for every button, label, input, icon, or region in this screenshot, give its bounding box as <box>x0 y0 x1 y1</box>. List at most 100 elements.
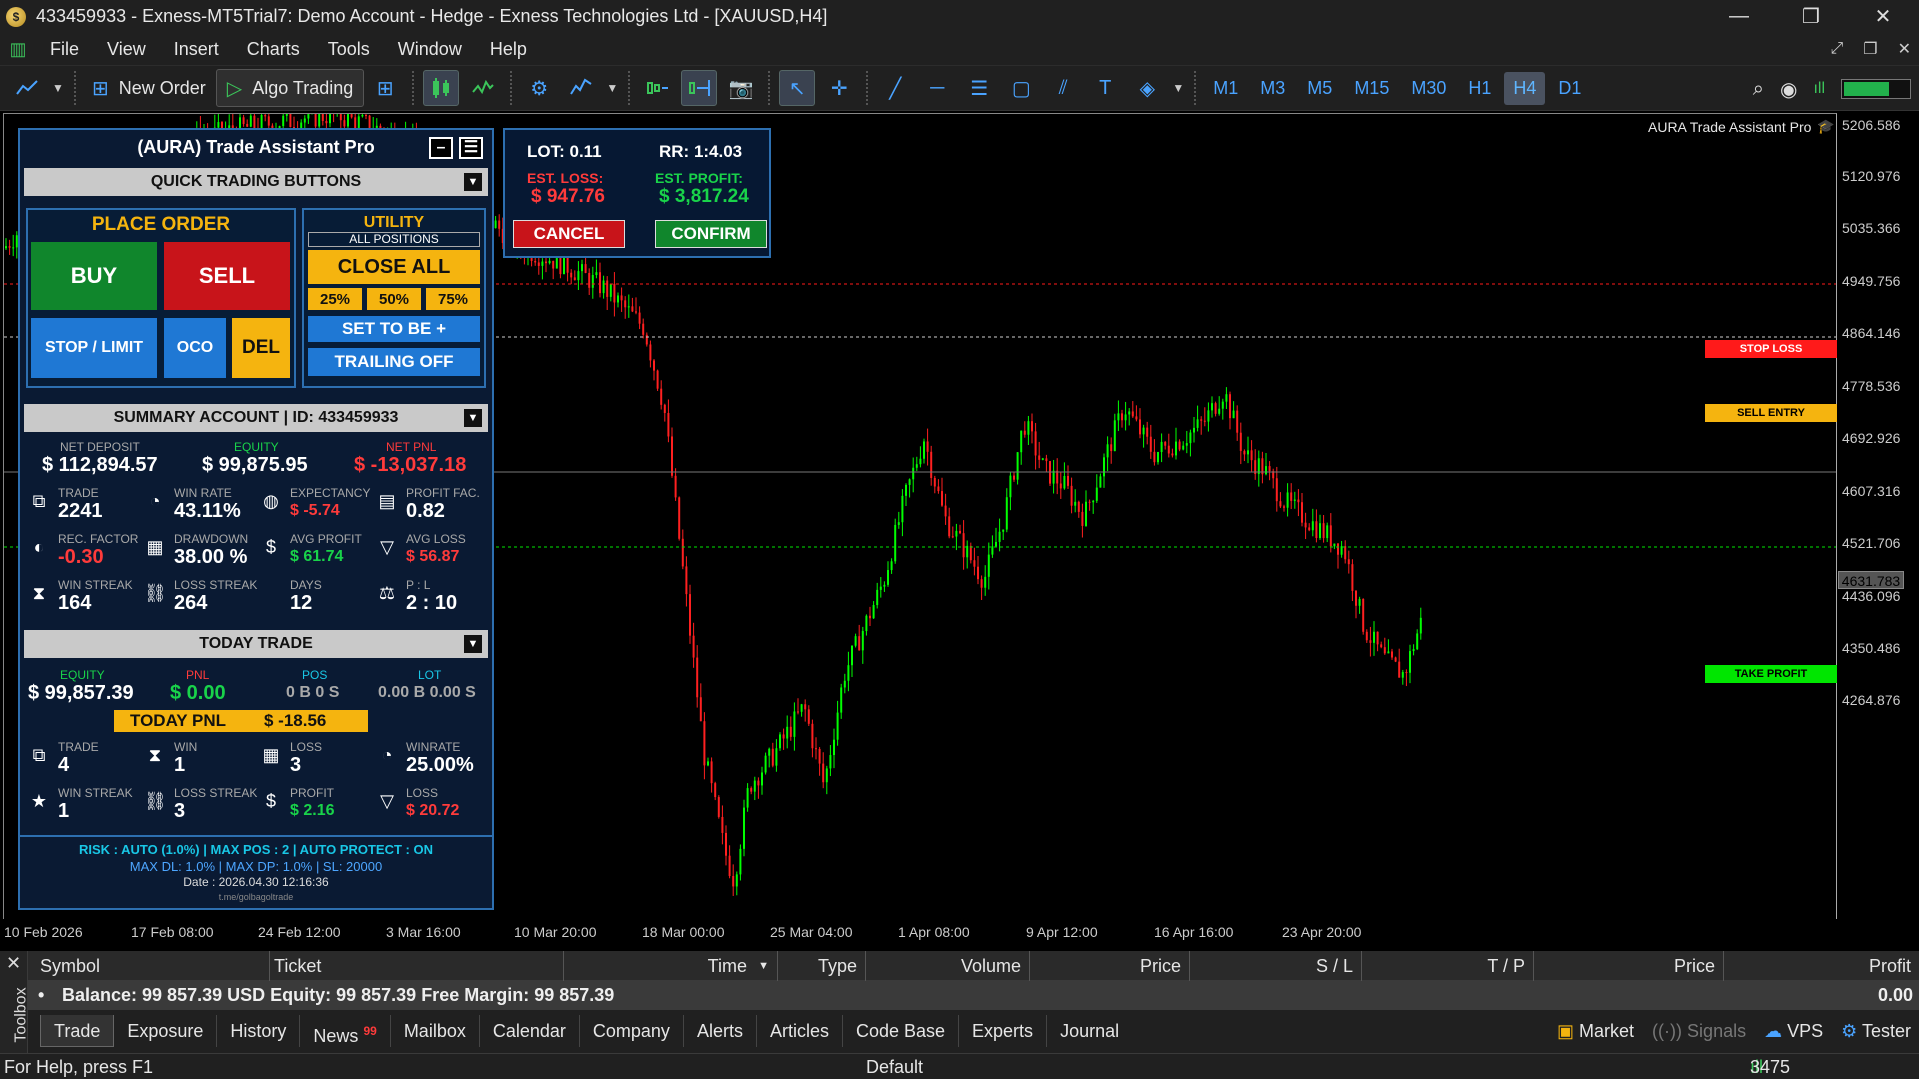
line-chart-icon[interactable] <box>465 70 501 106</box>
fibonacci-icon[interactable]: ⫽ <box>1045 70 1081 106</box>
minimize-button[interactable]: — <box>1703 0 1775 33</box>
col-profit[interactable]: Profit <box>1724 951 1915 981</box>
aura-panel-header[interactable]: (AURA) Trade Assistant Pro – ☰ <box>20 130 492 164</box>
oco-button[interactable]: OCO <box>164 318 226 378</box>
dropdown-arrow-icon[interactable]: ▼ <box>1171 70 1185 106</box>
tester-button[interactable]: ⚙ Tester <box>1841 1021 1911 1042</box>
stop-loss-tag[interactable]: STOP LOSS <box>1705 340 1837 358</box>
summary-account-header[interactable]: SUMMARY ACCOUNT | ID: 433459933 ▼ <box>24 404 488 432</box>
close-75-button[interactable]: 75% <box>426 288 480 310</box>
channel-icon[interactable]: ☰ <box>961 70 997 106</box>
col-ticket[interactable]: Ticket <box>274 951 564 981</box>
col-sl[interactable]: S / L <box>1190 951 1362 981</box>
market-button[interactable]: ▣ Market <box>1557 1021 1634 1042</box>
minimize-panel-button[interactable]: – <box>429 137 453 159</box>
chart-shift-icon[interactable] <box>681 70 718 106</box>
timeframe-m3[interactable]: M3 <box>1251 72 1294 105</box>
tab-alerts[interactable]: Alerts <box>684 1014 757 1047</box>
collapse-icon[interactable]: ▼ <box>464 173 482 191</box>
dropdown-arrow-icon[interactable]: ▼ <box>605 70 619 106</box>
telegram-link[interactable]: t.me/golbagoltrade <box>20 892 492 902</box>
cancel-order-button[interactable]: CANCEL <box>513 220 625 248</box>
sell-entry-tag[interactable]: SELL ENTRY <box>1705 404 1837 422</box>
menu-view[interactable]: View <box>93 33 160 65</box>
timeframe-m5[interactable]: M5 <box>1298 72 1341 105</box>
col-symbol[interactable]: Symbol <box>40 951 270 981</box>
sell-button[interactable]: SELL <box>164 242 290 310</box>
menu-charts[interactable]: Charts <box>233 33 314 65</box>
chart-close-icon[interactable]: ✕ <box>1898 39 1911 59</box>
collapse-icon[interactable]: ▼ <box>464 635 482 653</box>
dropdown-arrow-icon[interactable]: ▼ <box>51 70 65 106</box>
set-breakeven-button[interactable]: SET TO BE + <box>308 316 480 342</box>
account-icon[interactable]: ◉ <box>1780 77 1797 102</box>
cursor-icon[interactable]: ↖ <box>779 70 816 106</box>
tab-journal[interactable]: Journal <box>1047 1015 1132 1047</box>
trendline-icon[interactable]: ╱ <box>877 70 913 106</box>
tab-history[interactable]: History <box>217 1014 301 1047</box>
vps-button[interactable]: ☁ VPS <box>1764 1021 1823 1042</box>
tile-windows-icon[interactable]: ⊞ <box>367 70 403 106</box>
menu-window[interactable]: Window <box>384 33 476 65</box>
quick-trading-header[interactable]: QUICK TRADING BUTTONS ▼ <box>24 168 488 196</box>
timeframe-m15[interactable]: M15 <box>1345 72 1398 105</box>
tab-mailbox[interactable]: Mailbox <box>391 1014 480 1047</box>
stop-limit-button[interactable]: STOP / LIMIT <box>31 318 157 378</box>
settings-gear-icon[interactable]: ⚙ <box>521 70 557 106</box>
horizontal-line-icon[interactable]: ─ <box>919 70 955 106</box>
algo-trading-button[interactable]: ▷ Algo Trading <box>215 69 365 107</box>
search-icon[interactable]: ⌕ <box>1753 78 1764 101</box>
panel-menu-button[interactable]: ☰ <box>459 137 483 159</box>
menu-insert[interactable]: Insert <box>160 33 233 65</box>
balance-row[interactable]: • Balance: 99 857.39 USD Equity: 99 857.… <box>28 981 1919 1009</box>
take-profit-tag[interactable]: TAKE PROFIT <box>1705 665 1837 683</box>
tab-news[interactable]: News 99 <box>300 1014 391 1047</box>
col-price[interactable]: Price <box>1030 951 1190 981</box>
timeframe-m1[interactable]: M1 <box>1204 72 1247 105</box>
crosshair-icon[interactable]: ✛ <box>821 70 857 106</box>
toolbox-close-icon[interactable]: ✕ <box>6 953 21 974</box>
delete-orders-button[interactable]: DEL <box>232 318 290 378</box>
buy-button[interactable]: BUY <box>31 242 157 310</box>
timeframe-d1[interactable]: D1 <box>1549 72 1590 105</box>
screenshot-icon[interactable]: 📷 <box>723 70 759 106</box>
timeframe-m30[interactable]: M30 <box>1402 72 1455 105</box>
chart-type-icon[interactable] <box>9 70 45 106</box>
col-current-price[interactable]: Price <box>1534 951 1724 981</box>
today-trade-header[interactable]: TODAY TRADE ▼ <box>24 630 488 658</box>
col-tp[interactable]: T / P <box>1362 951 1534 981</box>
trailing-toggle-button[interactable]: TRAILING OFF <box>308 348 480 376</box>
col-volume[interactable]: Volume <box>866 951 1030 981</box>
chart-menu-icon[interactable]: ▥ <box>8 39 28 59</box>
shapes-icon[interactable]: ◈ <box>1129 70 1165 106</box>
tab-code-base[interactable]: Code Base <box>843 1014 960 1047</box>
restore-button[interactable]: ❐ <box>1775 0 1847 33</box>
tab-exposure[interactable]: Exposure <box>114 1014 218 1047</box>
tab-company[interactable]: Company <box>580 1014 684 1047</box>
tab-articles[interactable]: Articles <box>757 1014 843 1047</box>
menu-help[interactable]: Help <box>476 33 541 65</box>
indicators-icon[interactable] <box>563 70 599 106</box>
tab-experts[interactable]: Experts <box>959 1014 1048 1047</box>
tab-trade[interactable]: Trade <box>40 1014 115 1047</box>
timeframe-h1[interactable]: H1 <box>1459 72 1500 105</box>
close-button[interactable]: ✕ <box>1847 0 1919 33</box>
menu-file[interactable]: File <box>36 33 93 65</box>
col-time[interactable]: Time ▼ <box>568 951 778 981</box>
pin-off-icon[interactable]: ⤢ <box>1830 40 1843 58</box>
new-order-button[interactable]: ⊞ New Order <box>82 69 216 107</box>
timeframe-h4[interactable]: H4 <box>1504 71 1546 105</box>
signals-button[interactable]: ((·)) Signals <box>1652 1021 1746 1042</box>
close-50-button[interactable]: 50% <box>367 288 421 310</box>
tab-calendar[interactable]: Calendar <box>480 1014 580 1047</box>
col-type[interactable]: Type <box>778 951 866 981</box>
candlestick-chart-icon[interactable] <box>423 70 460 106</box>
close-all-button[interactable]: CLOSE ALL <box>308 250 480 284</box>
confirm-order-button[interactable]: CONFIRM <box>655 220 767 248</box>
text-icon[interactable]: T <box>1087 70 1123 106</box>
menu-tools[interactable]: Tools <box>314 33 384 65</box>
collapse-icon[interactable]: ▼ <box>464 409 482 427</box>
close-25-button[interactable]: 25% <box>308 288 362 310</box>
auto-scroll-icon[interactable] <box>639 70 675 106</box>
chart-restore-icon[interactable]: ❐ <box>1863 39 1877 59</box>
